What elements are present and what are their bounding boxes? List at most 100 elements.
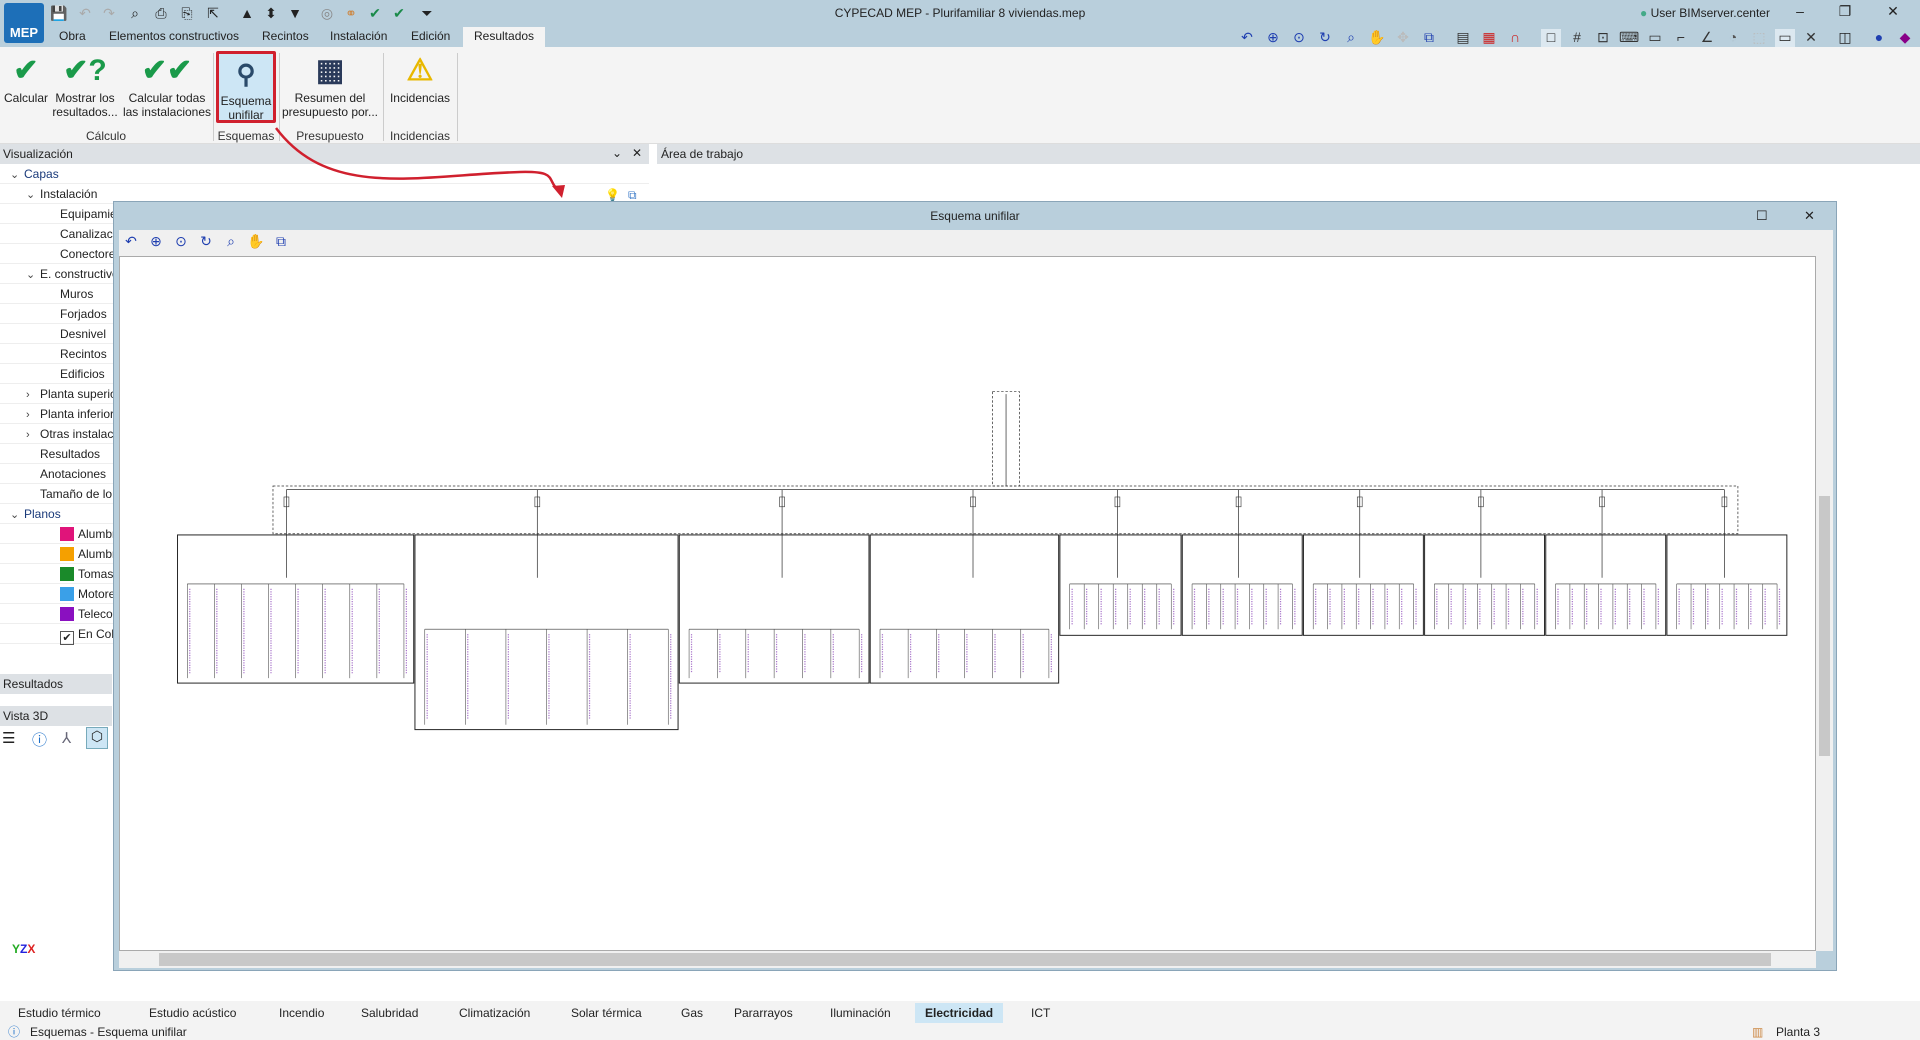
zoom-all-icon[interactable]: ⊕ — [1263, 29, 1283, 47]
esquema-unifilar-button[interactable]: ⚲ Esquema unifilar — [216, 51, 276, 123]
selection-icon[interactable]: ⬚ — [1749, 29, 1769, 47]
snap-point-icon[interactable]: ⊡ — [1593, 29, 1613, 47]
budget-icon: ▦ — [315, 54, 345, 87]
group-incidencias: Incidencias — [389, 129, 451, 143]
dwelling-panel-box — [1302, 534, 1424, 636]
zoom-window-icon[interactable]: ⌕ — [1341, 29, 1361, 47]
zoom-window-icon[interactable]: ⌕ — [221, 233, 241, 251]
bottom-tab[interactable]: Electricidad — [915, 1003, 1004, 1023]
user-name: User BIMserver.center — [1650, 6, 1770, 20]
divider — [383, 53, 384, 141]
checkbox[interactable]: ✔ — [60, 631, 74, 645]
zoom-previous-icon[interactable]: ↶ — [1237, 29, 1257, 47]
zoom-x2-icon[interactable]: ⊙ — [1289, 29, 1309, 47]
user-account[interactable]: ● User BIMserver.center — [1640, 6, 1770, 20]
close-button[interactable]: ✕ — [1804, 208, 1815, 224]
window-icon[interactable]: ⧉ — [1419, 29, 1439, 47]
chevron-down-icon[interactable]: ⌄ — [10, 165, 24, 185]
bottom-tab[interactable]: Climatización — [449, 1003, 540, 1023]
window-icon[interactable]: ⧉ — [271, 233, 291, 251]
bottom-tab[interactable]: Salubridad — [351, 1003, 428, 1023]
chevron-down-icon[interactable]: ⌄ — [10, 505, 24, 525]
tree-item-label: E. constructivos — [40, 267, 125, 281]
calcular-todas-button[interactable]: ✔✔ Calcular todas las instalaciones — [122, 51, 212, 123]
calcular-button[interactable]: ✔ Calcular — [2, 51, 50, 123]
mostrar-resultados-button[interactable]: ✔? Mostrar los resultados... — [52, 51, 118, 123]
pan-hand-icon[interactable]: ✋ — [1367, 29, 1387, 47]
ortho-icon[interactable]: ⌐ — [1671, 29, 1691, 47]
close-icon[interactable]: ✕ — [632, 146, 642, 160]
tree-item[interactable]: ⌄ Capas — [0, 164, 649, 184]
layers-icon[interactable]: ☰ — [2, 729, 15, 747]
lightbulb-icon[interactable]: 💡 — [605, 188, 620, 202]
scale-icon[interactable]: ▭ — [1645, 29, 1665, 47]
bottom-tab[interactable]: Pararrayos — [724, 1003, 803, 1023]
dwelling-panel-box — [1666, 534, 1788, 636]
work-area-canvas[interactable] — [657, 971, 1920, 999]
tree-item-label: Capas — [24, 167, 59, 181]
incidencias-button[interactable]: ⚠ Incidencias — [386, 51, 454, 123]
bottom-tab[interactable]: Incendio — [269, 1003, 334, 1023]
dxf-dwg-icon[interactable]: ▤ — [1453, 29, 1473, 47]
layout-icon[interactable]: ◫ — [1835, 29, 1855, 47]
rotate-icon[interactable]: ◔ — [1723, 29, 1743, 47]
work-area-header: Área de trabajo — [657, 144, 1920, 164]
bottom-tab[interactable]: Estudio térmico — [8, 1003, 111, 1023]
chevron-right-icon[interactable]: › — [26, 385, 40, 405]
group-calculo: Cálculo — [85, 129, 127, 143]
bottom-tab[interactable]: Solar térmica — [561, 1003, 652, 1023]
bottom-tab[interactable]: Gas — [671, 1003, 713, 1023]
minimize-button[interactable]: – — [1785, 3, 1815, 19]
bottom-tab[interactable]: Iluminación — [820, 1003, 901, 1023]
plan-color-icon — [60, 527, 74, 541]
cube-view-icon[interactable]: ⬡ — [86, 727, 108, 749]
keyboard-icon[interactable]: ⌨ — [1619, 29, 1639, 47]
tools-icon[interactable]: ✕ — [1801, 29, 1821, 47]
angle-icon[interactable]: ∠ — [1697, 29, 1717, 47]
dxf-dwg-layers-icon[interactable]: ▦ — [1479, 29, 1499, 47]
restore-button[interactable]: ❐ — [1830, 3, 1860, 20]
zoom-x2-icon[interactable]: ⊙ — [171, 233, 191, 251]
info-icon[interactable]: ⓘ — [32, 729, 47, 750]
floor-icon: ▥ — [1752, 1025, 1764, 1039]
distribution-bus-box — [272, 485, 1739, 535]
zoom-previous-icon[interactable]: ↶ — [121, 233, 141, 251]
current-floor[interactable]: Planta 3 — [1776, 1024, 1820, 1040]
redraw-icon[interactable]: ↻ — [196, 233, 216, 251]
tab-instalacion[interactable]: Instalación — [319, 27, 398, 47]
grid-icon[interactable]: # — [1567, 29, 1587, 47]
horizontal-scrollbar[interactable] — [119, 951, 1816, 968]
globe-icon[interactable]: ● — [1869, 29, 1889, 47]
tab-recintos[interactable]: Recintos — [251, 27, 320, 47]
close-button[interactable]: ✕ — [1878, 3, 1908, 20]
group-presupuesto: Presupuesto — [296, 129, 364, 143]
pan-hand-icon[interactable]: ✋ — [246, 233, 266, 251]
user-icon: ● — [1640, 6, 1648, 20]
zoom-all-icon[interactable]: ⊕ — [146, 233, 166, 251]
vertical-scrollbar[interactable] — [1816, 256, 1833, 951]
chevron-down-icon[interactable]: ⌄ — [26, 185, 40, 205]
diagram-canvas[interactable] — [119, 256, 1816, 951]
orbit-icon[interactable]: ✥ — [1393, 29, 1413, 47]
tab-resultados[interactable]: Resultados — [463, 27, 545, 47]
chevron-down-icon[interactable]: ⌄ — [26, 265, 40, 285]
comment-icon[interactable]: ▭ — [1775, 29, 1795, 47]
tab-edicion[interactable]: Edición — [400, 27, 461, 47]
maximize-button[interactable]: ☐ — [1756, 208, 1768, 224]
scroll-thumb[interactable] — [159, 953, 1771, 966]
redraw-icon[interactable]: ↻ — [1315, 29, 1335, 47]
divider — [279, 53, 280, 141]
resumen-presupuesto-button[interactable]: ▦ Resumen del presupuesto por... — [280, 51, 380, 123]
book-icon[interactable]: ◆ — [1895, 29, 1915, 47]
bottom-tab[interactable]: Estudio acústico — [139, 1003, 246, 1023]
chevron-right-icon[interactable]: › — [26, 425, 40, 445]
tab-obra[interactable]: Obra — [48, 27, 97, 47]
chevron-right-icon[interactable]: › — [26, 405, 40, 425]
scroll-thumb[interactable] — [1819, 496, 1830, 756]
axes-icon[interactable]: ⅄ — [62, 729, 71, 747]
frame-icon[interactable]: □ — [1541, 29, 1561, 47]
magnet-icon[interactable]: ∩ — [1505, 29, 1525, 47]
chevron-down-icon[interactable]: ⌄ — [612, 146, 622, 160]
tab-elementos-constructivos[interactable]: Elementos constructivos — [98, 27, 250, 47]
bottom-tab[interactable]: ICT — [1021, 1003, 1060, 1023]
